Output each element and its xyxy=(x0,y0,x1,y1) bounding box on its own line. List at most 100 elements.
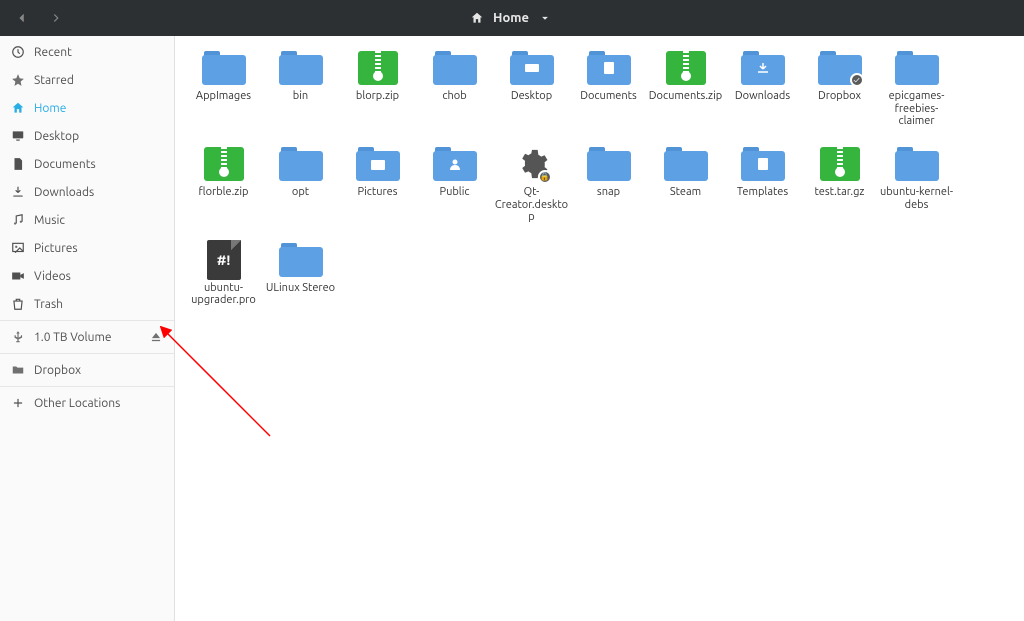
file-label: epicgames-freebies-claimer xyxy=(880,90,954,128)
sidebar-item-desktop[interactable]: Desktop xyxy=(0,122,174,150)
archive-icon xyxy=(818,146,862,182)
annotation-arrow xyxy=(160,326,290,446)
sidebar-item-recent[interactable]: Recent xyxy=(0,38,174,66)
sidebar-item-label: 1.0 TB Volume xyxy=(34,331,111,344)
folder-icon xyxy=(587,146,631,182)
file-item[interactable]: ubuntu-kernel-debs xyxy=(878,146,955,224)
titlebar: Home xyxy=(0,0,1024,36)
folder-icon xyxy=(356,146,400,182)
folder-icon xyxy=(895,146,939,182)
sidebar-item-label: Music xyxy=(34,214,65,227)
sidebar-item-music[interactable]: Music xyxy=(0,206,174,234)
file-label: Templates xyxy=(737,186,788,199)
archive-icon xyxy=(356,50,400,86)
nav-forward-button[interactable] xyxy=(42,5,70,31)
file-item[interactable]: snap xyxy=(570,146,647,224)
download-icon xyxy=(10,184,26,200)
sidebar-item-label: Trash xyxy=(34,298,63,311)
desktop-icon xyxy=(10,128,26,144)
folder-icon xyxy=(895,50,939,86)
file-label: Desktop xyxy=(511,90,552,103)
sidebar-item-other-locations[interactable]: Other Locations xyxy=(0,389,174,417)
file-label: AppImages xyxy=(196,90,251,103)
folder-icon xyxy=(741,146,785,182)
sidebar-item-dropbox[interactable]: Dropbox xyxy=(0,356,174,384)
file-item[interactable]: Templates xyxy=(724,146,801,224)
folder-icon xyxy=(587,50,631,86)
file-item[interactable]: test.tar.gz xyxy=(801,146,878,224)
file-item[interactable]: AppImages xyxy=(185,50,262,128)
folder-icon xyxy=(279,242,323,278)
sidebar-item-label: Other Locations xyxy=(34,397,120,410)
sidebar-item-label: Pictures xyxy=(34,242,78,255)
sidebar-item-label: Desktop xyxy=(34,130,79,143)
sidebar-item-label: Downloads xyxy=(34,186,94,199)
sidebar-item-1-0-tb-volume[interactable]: 1.0 TB Volume xyxy=(0,323,174,351)
eject-icon[interactable] xyxy=(148,329,164,345)
file-item[interactable]: Documents.zip xyxy=(647,50,724,128)
plus-icon xyxy=(10,395,26,411)
file-item[interactable]: Documents xyxy=(570,50,647,128)
sidebar-item-videos[interactable]: Videos xyxy=(0,262,174,290)
file-label: ULinux Stereo xyxy=(266,282,335,295)
file-item[interactable]: blorp.zip xyxy=(339,50,416,128)
file-item[interactable]: Steam xyxy=(647,146,724,224)
file-item[interactable]: opt xyxy=(262,146,339,224)
videos-icon xyxy=(10,268,26,284)
file-label: Public xyxy=(440,186,470,199)
folder-icon: ✓ xyxy=(818,50,862,86)
sidebar-item-pictures[interactable]: Pictures xyxy=(0,234,174,262)
file-label: blorp.zip xyxy=(356,90,399,103)
file-label: bin xyxy=(293,90,308,103)
folder-icon xyxy=(741,50,785,86)
file-item[interactable]: chob xyxy=(416,50,493,128)
archive-icon xyxy=(202,146,246,182)
sidebar: Recent Starred Home Desktop Documents Downloa… xyxy=(0,36,175,621)
sidebar-item-starred[interactable]: Starred xyxy=(0,66,174,94)
file-label: Documents.zip xyxy=(649,90,722,103)
recent-icon xyxy=(10,44,26,60)
file-label: opt xyxy=(292,186,309,199)
star-icon xyxy=(10,72,26,88)
file-label: Documents xyxy=(580,90,637,103)
file-item[interactable]: Public xyxy=(416,146,493,224)
desktop-launcher-icon: 🔒 xyxy=(510,146,554,182)
sidebar-item-trash[interactable]: Trash xyxy=(0,290,174,318)
folder-icon xyxy=(279,50,323,86)
sidebar-item-label: Starred xyxy=(34,74,74,87)
file-item[interactable]: epicgames-freebies-claimer xyxy=(878,50,955,128)
archive-icon xyxy=(664,50,708,86)
sidebar-item-downloads[interactable]: Downloads xyxy=(0,178,174,206)
folder-icon xyxy=(433,146,477,182)
music-icon xyxy=(10,212,26,228)
file-item[interactable]: Downloads xyxy=(724,50,801,128)
file-label: chob xyxy=(442,90,466,103)
file-item[interactable]: florble.zip xyxy=(185,146,262,224)
file-item[interactable]: Pictures xyxy=(339,146,416,224)
sidebar-item-home[interactable]: Home xyxy=(0,94,174,122)
file-label: ubuntu-kernel-debs xyxy=(880,186,954,211)
file-label: Steam xyxy=(670,186,701,199)
sidebar-item-label: Documents xyxy=(34,158,96,171)
sidebar-item-documents[interactable]: Documents xyxy=(0,150,174,178)
sidebar-item-label: Videos xyxy=(34,270,71,283)
file-item[interactable]: bin xyxy=(262,50,339,128)
home-icon xyxy=(10,100,26,116)
file-item[interactable]: #!ubuntu-upgrader.pro xyxy=(185,242,262,307)
pictures-icon xyxy=(10,240,26,256)
folder-icon xyxy=(510,50,554,86)
file-item[interactable]: Desktop xyxy=(493,50,570,128)
location-label: Home xyxy=(493,11,529,25)
nav-back-button[interactable] xyxy=(8,5,36,31)
file-view[interactable]: AppImages bin blorp.zip chob Desktop Document… xyxy=(175,36,1024,621)
sidebar-item-label: Home xyxy=(34,102,66,115)
file-item[interactable]: ULinux Stereo xyxy=(262,242,339,307)
path-bar[interactable]: Home xyxy=(70,10,952,26)
folder-icon xyxy=(10,362,26,378)
home-icon xyxy=(469,10,485,26)
sidebar-item-label: Recent xyxy=(34,46,72,59)
file-item[interactable]: 🔒 Qt-Creator.desktop xyxy=(493,146,570,224)
chevron-down-icon xyxy=(537,10,553,26)
file-item[interactable]: ✓Dropbox xyxy=(801,50,878,128)
file-label: Qt-Creator.desktop xyxy=(495,186,569,224)
